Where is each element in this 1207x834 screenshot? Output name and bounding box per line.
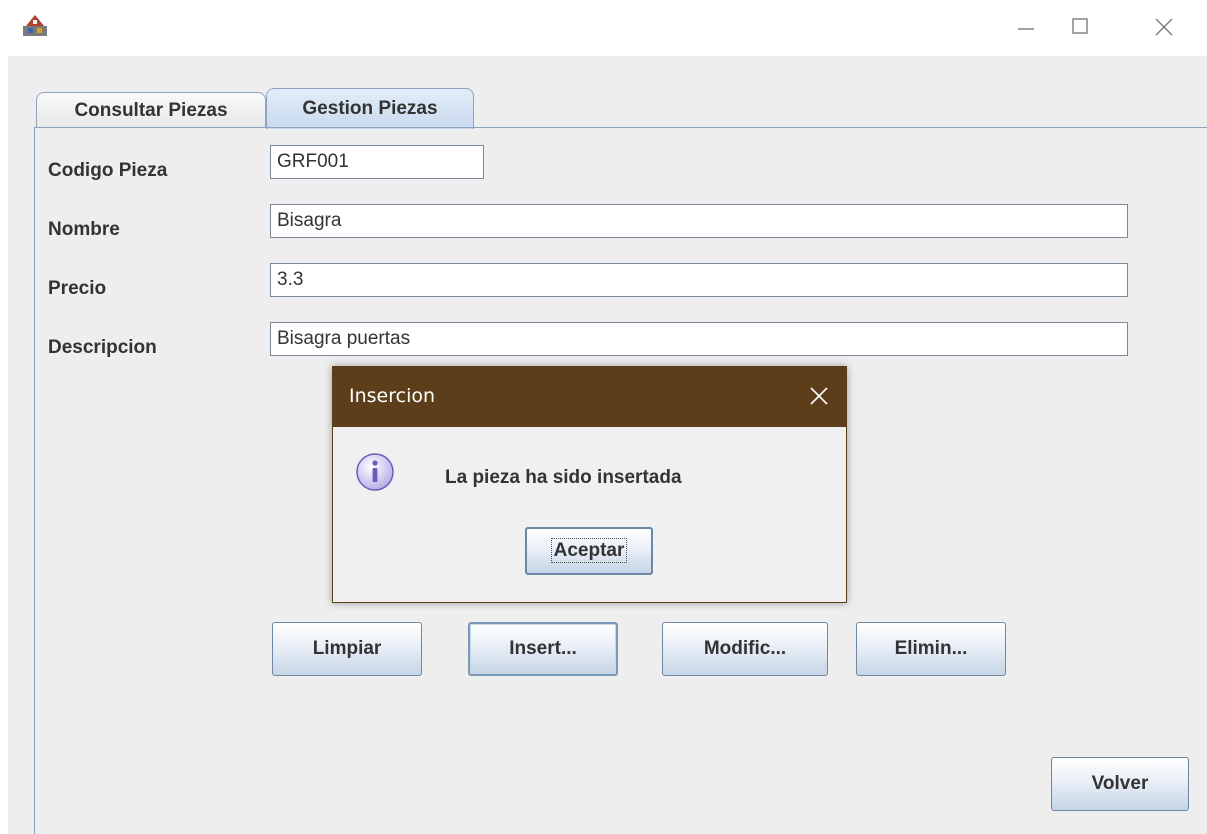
dialog-title-bar: Insercion xyxy=(333,367,846,427)
dialog-close-icon[interactable] xyxy=(806,383,832,409)
minimize-button[interactable] xyxy=(1004,6,1048,46)
tab-panel-border xyxy=(34,127,1207,128)
java-app-icon xyxy=(23,15,47,36)
maximize-button[interactable] xyxy=(1058,6,1102,46)
tab-gestion-piezas[interactable]: Gestion Piezas xyxy=(266,88,474,129)
dialog-message: La pieza ha sido insertada xyxy=(445,467,682,488)
dialog-title: Insercion xyxy=(349,385,436,407)
descripcion-label: Descripcion xyxy=(48,337,157,358)
insertar-button[interactable]: Insert... xyxy=(468,622,618,676)
codigo-pieza-input[interactable] xyxy=(270,145,484,179)
nombre-input[interactable] xyxy=(270,204,1128,238)
insercion-dialog: Insercion La pieza ha sido insertada Ace… xyxy=(332,366,847,603)
close-icon xyxy=(1155,18,1173,36)
close-button[interactable] xyxy=(1142,6,1186,46)
window-title-bar xyxy=(0,0,1207,56)
eliminar-button[interactable]: Elimin... xyxy=(856,622,1006,676)
codigo-pieza-label: Codigo Pieza xyxy=(48,160,168,181)
minimize-icon xyxy=(1018,28,1034,30)
descripcion-input[interactable] xyxy=(270,322,1128,356)
volver-button[interactable]: Volver xyxy=(1051,757,1189,811)
precio-label: Precio xyxy=(48,278,107,299)
modificar-button[interactable]: Modific... xyxy=(662,622,828,676)
limpiar-button[interactable]: Limpiar xyxy=(272,622,422,676)
aceptar-button[interactable]: Aceptar xyxy=(525,527,653,575)
aceptar-label: Aceptar xyxy=(550,538,628,563)
tab-panel-border-left xyxy=(34,127,35,834)
maximize-icon xyxy=(1072,18,1088,34)
info-icon xyxy=(356,453,394,491)
tab-consultar-piezas[interactable]: Consultar Piezas xyxy=(36,92,266,128)
nombre-label: Nombre xyxy=(48,219,120,240)
precio-input[interactable] xyxy=(270,263,1128,297)
